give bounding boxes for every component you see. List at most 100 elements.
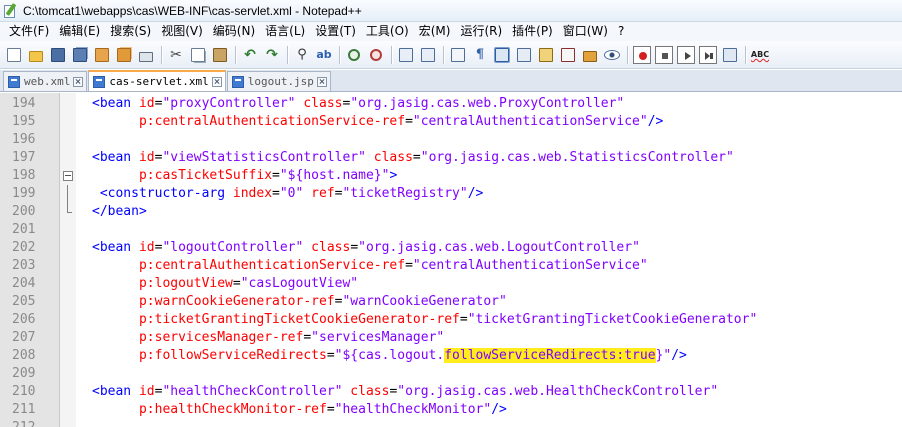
menu-window[interactable]: 窗口(W): [558, 22, 613, 41]
document-map-icon: [539, 47, 553, 62]
code-text: p:logoutView="casLogoutView": [92, 275, 358, 293]
menu-encoding[interactable]: 编码(N): [208, 22, 260, 41]
code-line[interactable]: 207 p:servicesManager-ref="servicesManag…: [0, 329, 902, 347]
menu-search[interactable]: 搜索(S): [105, 22, 156, 41]
macro-play-button[interactable]: [677, 45, 695, 64]
code-token: p:casTicketSuffix: [138, 168, 273, 183]
code-line[interactable]: 206 p:ticketGrantingTicketCookieGenerato…: [0, 311, 902, 329]
code-line[interactable]: 196: [0, 131, 902, 149]
new-file-button[interactable]: [5, 46, 23, 64]
code-line[interactable]: 202 <bean id="logoutController" class="or…: [0, 239, 902, 257]
tab-logout-jsp[interactable]: logout.jsp: [226, 71, 331, 91]
zoom-in-button[interactable]: [345, 46, 363, 64]
code-editor[interactable]: 194 <bean id="proxyController" class="org…: [0, 93, 902, 427]
macro-stop-button[interactable]: [655, 45, 673, 64]
code-line[interactable]: 212: [0, 419, 902, 427]
menu-run[interactable]: 运行(R): [455, 22, 507, 41]
line-number: 196: [12, 132, 36, 147]
line-number: 210: [12, 384, 36, 399]
function-list-button[interactable]: [559, 46, 577, 64]
folder-icon: [583, 50, 597, 62]
word-wrap-button[interactable]: [449, 46, 467, 64]
sync-vertical-button[interactable]: [397, 46, 415, 64]
replace-button[interactable]: ab: [315, 46, 333, 64]
code-token: "${cas.logout.: [334, 348, 445, 363]
menu-view[interactable]: 视图(V): [156, 22, 208, 41]
menu-plugins[interactable]: 插件(P): [507, 22, 558, 41]
menu-settings[interactable]: 设置(T): [310, 22, 361, 41]
search-highlight: followServiceRedirects:true: [444, 348, 656, 363]
code-line[interactable]: 201: [0, 221, 902, 239]
printer-icon: [139, 51, 153, 62]
code-line[interactable]: 209: [0, 365, 902, 383]
paste-button[interactable]: [211, 46, 229, 64]
code-line[interactable]: 205 p:warnCookieGenerator-ref="warnCooki…: [0, 293, 902, 311]
line-number: 197: [12, 150, 36, 165]
menu-language[interactable]: 语言(L): [260, 22, 310, 41]
close-icon[interactable]: [211, 76, 222, 87]
code-token: >: [389, 168, 398, 183]
menu-file[interactable]: 文件(F): [4, 22, 54, 41]
macro-play-multiple-button[interactable]: [699, 45, 717, 64]
code-token: class: [303, 96, 343, 111]
indent-guide-button[interactable]: [493, 46, 511, 64]
code-token: p:logoutView: [138, 276, 233, 291]
code-token: "viewStatisticsController": [162, 150, 366, 165]
zoom-out-button[interactable]: [367, 46, 385, 64]
macro-record-button[interactable]: [633, 45, 651, 64]
menu-help[interactable]: ?: [613, 22, 629, 41]
sync-horizontal-scroll-icon: [421, 47, 435, 62]
monitoring-button[interactable]: [603, 46, 621, 64]
menu-edit[interactable]: 编辑(E): [54, 22, 105, 41]
tab-cas-servlet-xml[interactable]: cas-servlet.xml: [88, 70, 226, 91]
user-language-button[interactable]: [515, 46, 533, 64]
find-button[interactable]: ⚲: [293, 46, 311, 64]
code-line[interactable]: 204 p:logoutView="casLogoutView": [0, 275, 902, 293]
fold-toggle-icon[interactable]: [62, 167, 74, 185]
code-line[interactable]: 211 p:healthCheckMonitor-ref="healthChec…: [0, 401, 902, 419]
line-number: 200: [12, 204, 36, 219]
code-line[interactable]: 199 <constructor-arg index="0" ref="tick…: [0, 185, 902, 203]
document-map-button[interactable]: [537, 46, 555, 64]
open-file-button[interactable]: [27, 46, 45, 64]
code-token: p:centralAuthenticationService-ref: [138, 258, 406, 273]
folder-workspace-button[interactable]: [581, 46, 599, 64]
code-token: =: [459, 312, 468, 327]
save-all-button[interactable]: [71, 46, 89, 64]
line-number: 201: [12, 222, 36, 237]
save-button[interactable]: [49, 46, 67, 64]
title-bar: C:\tomcat1\webapps\cas\WEB-INF\cas-servl…: [0, 0, 902, 22]
code-token: =: [272, 186, 280, 201]
code-line[interactable]: 203 p:centralAuthenticationService-ref="…: [0, 257, 902, 275]
code-line[interactable]: 208 p:followServiceRedirects="${cas.logo…: [0, 347, 902, 365]
print-button[interactable]: [137, 46, 155, 64]
fold-guide: [62, 185, 74, 203]
copy-button[interactable]: [189, 46, 207, 64]
sync-horizontal-button[interactable]: [419, 46, 437, 64]
cut-button[interactable]: ✂: [167, 46, 185, 64]
macro-save-button[interactable]: [721, 46, 739, 64]
code-line[interactable]: 197 <bean id = "viewStatisticsController" c…: [0, 149, 902, 167]
code-line[interactable]: 195 p:centralAuthenticationService-ref="…: [0, 113, 902, 131]
show-all-chars-button[interactable]: ¶: [471, 46, 489, 64]
close-button[interactable]: [93, 46, 111, 64]
redo-button[interactable]: ↷: [263, 46, 281, 64]
undo-button[interactable]: ↶: [241, 46, 259, 64]
code-line[interactable]: 210 <bean id="healthCheckController" clas…: [0, 383, 902, 401]
menu-tools[interactable]: 工具(O): [361, 22, 414, 41]
code-line[interactable]: 200 </bean>: [0, 203, 902, 221]
menu-bar: 文件(F) 编辑(E) 搜索(S) 视图(V) 编码(N) 语言(L) 设置(T…: [0, 22, 902, 41]
code-token: index: [232, 186, 273, 201]
notepadpp-app-icon: [4, 2, 18, 18]
close-icon[interactable]: [316, 76, 327, 87]
menu-macro[interactable]: 宏(M): [414, 22, 456, 41]
code-line[interactable]: 194 <bean id="proxyController" class="org…: [0, 95, 902, 113]
code-line[interactable]: 198 p:casTicketSuffix="${host.name}">: [0, 167, 902, 185]
window-title: C:\tomcat1\webapps\cas\WEB-INF\cas-servl…: [23, 3, 362, 18]
close-icon[interactable]: [73, 76, 84, 87]
tab-web-xml[interactable]: web.xml: [3, 71, 88, 91]
spell-check-button[interactable]: ABC: [751, 46, 769, 64]
close-all-button[interactable]: [115, 46, 133, 64]
